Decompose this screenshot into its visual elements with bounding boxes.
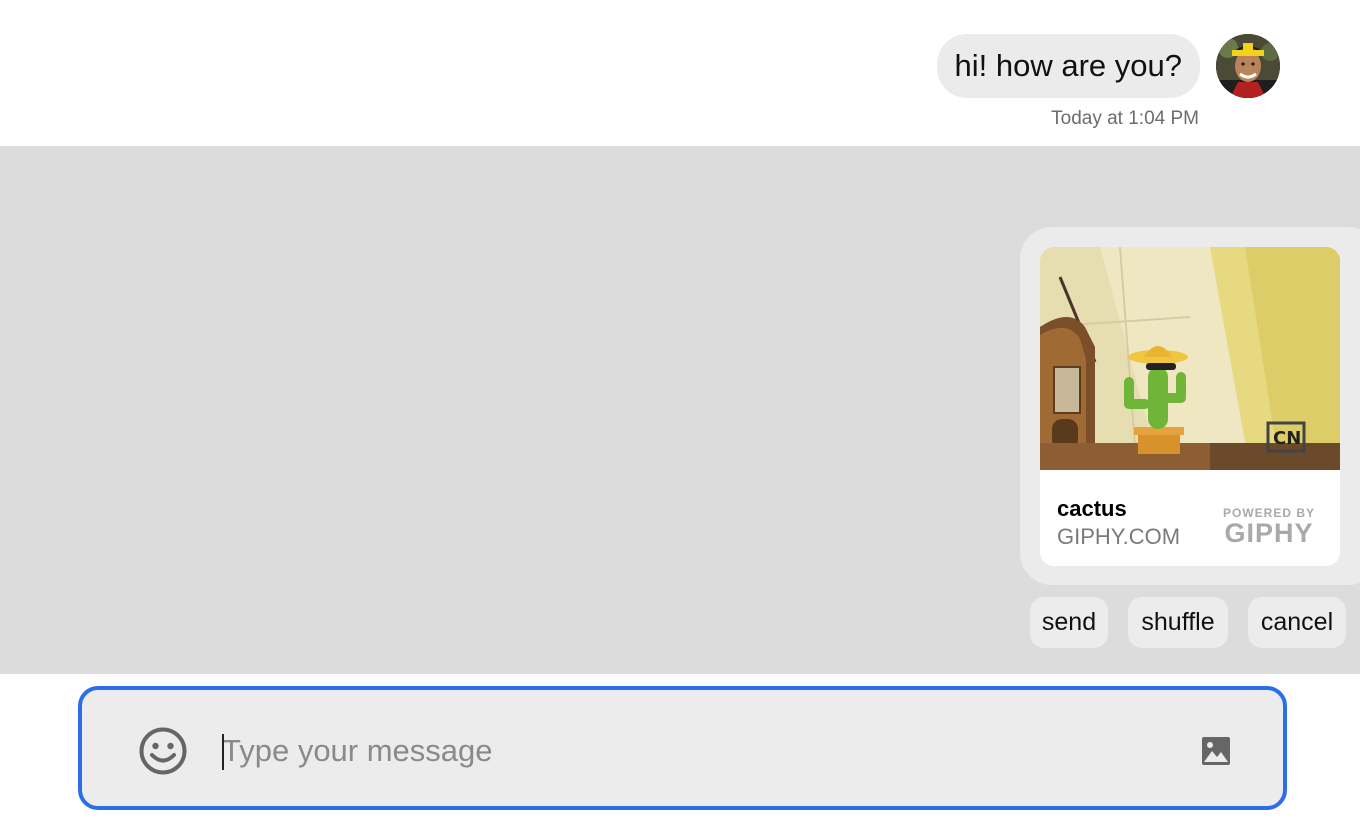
- giphy-preview-panel: CN cactus GIPHY.COM POWERED BY GIPHY sen…: [0, 146, 1360, 674]
- giphy-info: cactus GIPHY.COM POWERED BY GIPHY: [1040, 470, 1340, 566]
- smiley-icon[interactable]: [138, 726, 188, 776]
- message-row: hi! how are you? Today at 1:04 PM: [0, 0, 1360, 146]
- gif-preview-image[interactable]: CN: [1040, 247, 1340, 470]
- gif-title: cactus: [1057, 496, 1127, 521]
- giphy-logo: GIPHY: [1224, 518, 1314, 548]
- composer-area: [0, 674, 1360, 820]
- gif-source[interactable]: GIPHY.COM: [1057, 524, 1180, 550]
- giphy-card-container: CN cactus GIPHY.COM POWERED BY GIPHY: [1020, 227, 1360, 585]
- message-timestamp: Today at 1:04 PM: [1051, 108, 1199, 129]
- image-icon[interactable]: [1201, 736, 1231, 766]
- cancel-button[interactable]: cancel: [1248, 597, 1346, 648]
- shuffle-button[interactable]: shuffle: [1128, 597, 1228, 648]
- text-caret: [222, 734, 224, 770]
- giphy-card[interactable]: CN cactus GIPHY.COM POWERED BY GIPHY: [1040, 247, 1340, 566]
- cartoon-network-watermark: CN: [1273, 428, 1301, 449]
- avatar[interactable]: [1216, 34, 1280, 98]
- send-button[interactable]: send: [1030, 597, 1108, 648]
- message-input[interactable]: [220, 720, 1174, 782]
- message-composer[interactable]: [78, 686, 1287, 810]
- message-bubble: hi! how are you?: [936, 34, 1200, 98]
